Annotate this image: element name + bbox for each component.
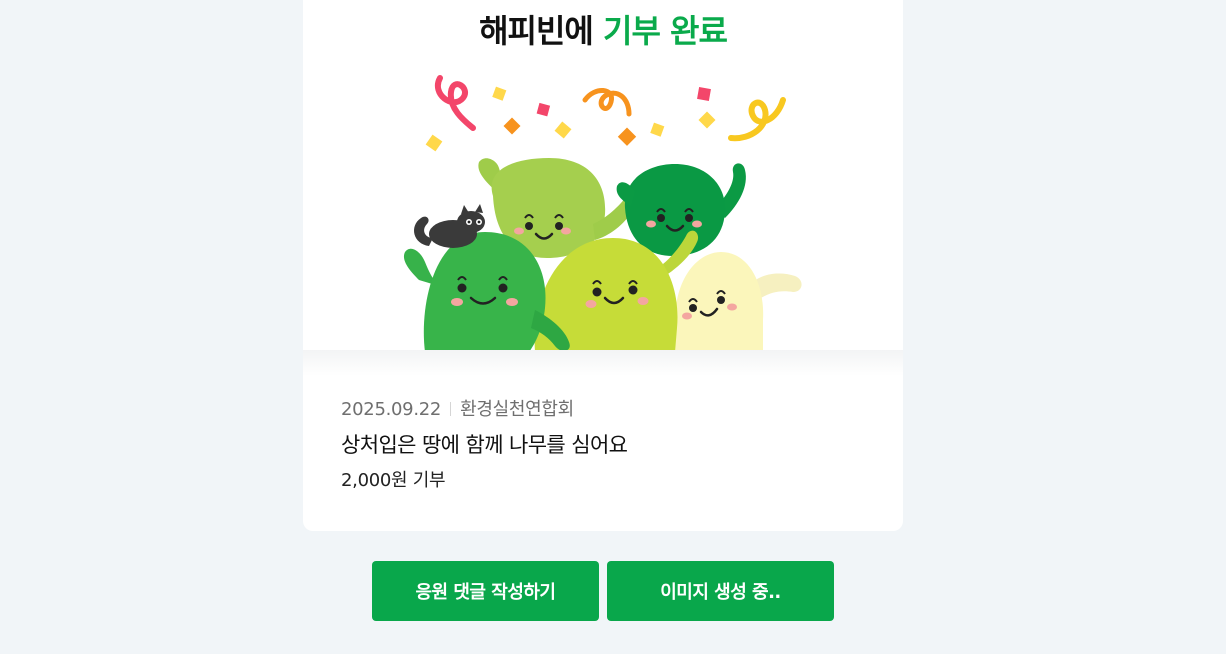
donation-amount: 2,000원 기부 xyxy=(341,470,446,491)
page-title: 해피빈에 기부 완료 xyxy=(303,6,903,52)
celebration-illustration xyxy=(403,75,802,352)
page-title-accent: 기부 완료 xyxy=(603,12,728,50)
donation-meta: 2025.09.22 환경실천연합회 xyxy=(341,395,574,421)
generate-image-button[interactable]: 이미지 생성 중.. xyxy=(607,561,834,621)
donation-complete-card: 해피빈에 기부 완료 2025.09.22 환경실천연합회 상처입은 땅에 함께… xyxy=(303,0,903,531)
section-divider xyxy=(303,350,903,376)
character-paleyellow xyxy=(674,252,802,352)
confetti xyxy=(425,75,786,152)
page-title-prefix: 해피빈에 xyxy=(479,12,603,50)
write-comment-button[interactable]: 응원 댓글 작성하기 xyxy=(372,561,599,621)
campaign-title: 상처입은 땅에 함께 나무를 심어요 xyxy=(341,433,628,457)
organization-name: 환경실천연합회 xyxy=(460,399,574,420)
donation-date: 2025.09.22 xyxy=(341,399,442,420)
meta-separator xyxy=(450,402,452,416)
